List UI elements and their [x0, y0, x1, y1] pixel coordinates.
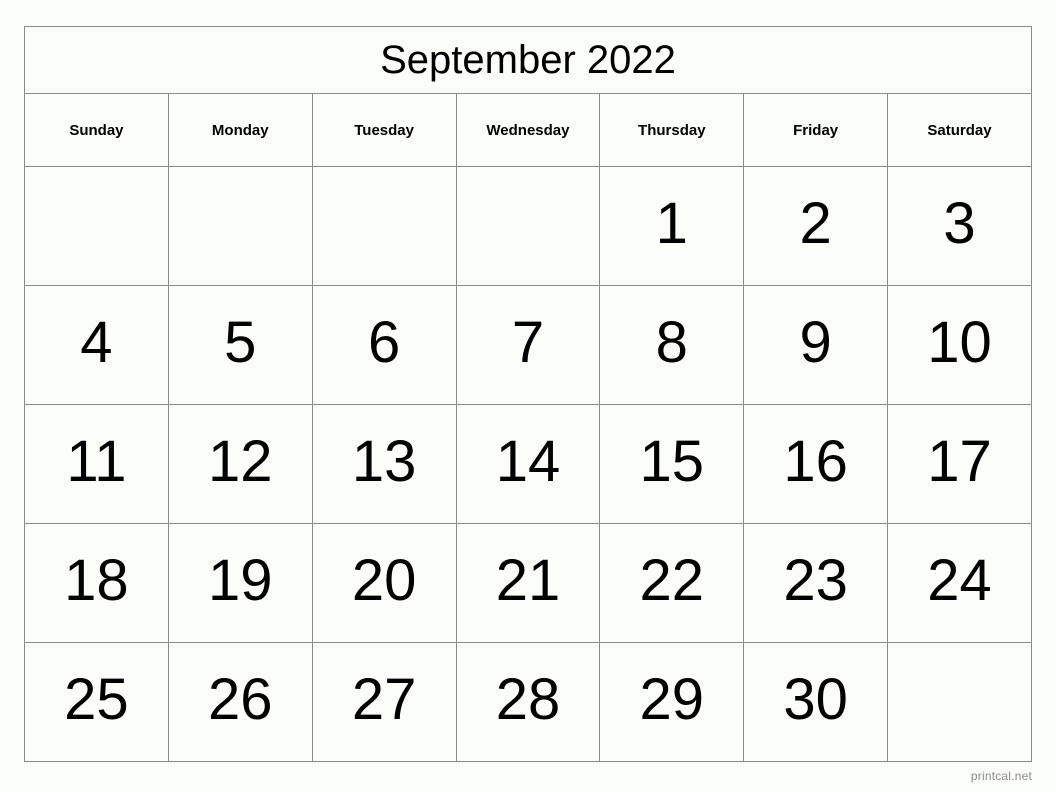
calendar-day-number: 16	[783, 429, 848, 494]
calendar-day-cell[interactable]	[167, 166, 313, 286]
weekday-header-saturday: Saturday	[887, 93, 1032, 167]
calendar-day-cell[interactable]: 30	[743, 642, 889, 762]
calendar-day-cell[interactable]: 25	[24, 642, 169, 762]
calendar-day-number: 12	[208, 429, 273, 494]
calendar-week-row: 11 12 13 14 15 16 17	[24, 404, 1032, 524]
weekday-header-tuesday: Tuesday	[311, 93, 457, 167]
calendar-day-number: 3	[943, 191, 976, 256]
calendar-week-row: 4 5 6 7 8 9 10	[24, 285, 1032, 405]
calendar-day-number: 23	[783, 548, 848, 613]
calendar-day-cell[interactable]: 17	[887, 404, 1032, 524]
calendar-day-number: 17	[927, 429, 992, 494]
calendar-day-cell[interactable]	[24, 166, 169, 286]
calendar-day-number: 20	[351, 548, 417, 613]
footer-credit: printcal.net	[970, 769, 1032, 783]
calendar-day-number: 19	[208, 548, 273, 613]
calendar-week-row: 18 19 20 21 22 23 24	[24, 523, 1032, 643]
calendar-day-cell[interactable]: 12	[167, 404, 313, 524]
calendar-day-cell[interactable]: 1	[599, 166, 745, 286]
calendar-title-row: September 2022	[24, 26, 1032, 94]
calendar-day-number: 25	[64, 667, 129, 732]
calendar-day-number: 30	[783, 667, 848, 732]
calendar-day-cell[interactable]: 7	[455, 285, 601, 405]
calendar-day-cell[interactable]: 15	[599, 404, 745, 524]
calendar-day-number: 2	[799, 191, 832, 256]
calendar-day-cell[interactable]: 23	[743, 523, 889, 643]
calendar-day-cell[interactable]: 16	[743, 404, 889, 524]
calendar-day-number: 7	[511, 310, 545, 375]
calendar-day-number: 4	[80, 310, 113, 375]
calendar-day-cell[interactable]: 29	[599, 642, 745, 762]
calendar-title: September 2022	[24, 26, 1032, 94]
calendar-grid: September 2022 Sunday Monday Tuesday Wed…	[24, 26, 1032, 762]
calendar-day-cell[interactable]: 27	[311, 642, 457, 762]
calendar-day-number: 5	[224, 310, 257, 375]
calendar-day-number: 8	[655, 310, 688, 375]
calendar-day-number: 28	[495, 667, 561, 732]
calendar-day-number: 27	[351, 667, 417, 732]
calendar-day-number: 21	[495, 548, 561, 613]
calendar-day-cell[interactable]: 10	[887, 285, 1032, 405]
calendar-day-number: 13	[351, 429, 417, 494]
weekday-header-thursday: Thursday	[599, 93, 745, 167]
calendar-day-cell[interactable]: 3	[887, 166, 1032, 286]
calendar-day-cell[interactable]: 4	[24, 285, 169, 405]
calendar-day-cell[interactable]: 9	[743, 285, 889, 405]
calendar-day-number: 9	[799, 310, 832, 375]
calendar-day-cell[interactable]: 21	[455, 523, 601, 643]
weekday-header-row: Sunday Monday Tuesday Wednesday Thursday…	[24, 93, 1032, 167]
calendar-day-number: 1	[655, 191, 688, 256]
calendar-day-cell[interactable]	[311, 166, 457, 286]
calendar-day-number: 18	[64, 548, 129, 613]
weekday-header-wednesday: Wednesday	[455, 93, 601, 167]
calendar-day-number: 22	[639, 548, 705, 613]
calendar-day-number: 26	[208, 667, 273, 732]
calendar-day-number: 6	[367, 310, 401, 375]
calendar-day-cell[interactable]: 2	[743, 166, 889, 286]
calendar-day-cell[interactable]: 5	[167, 285, 313, 405]
calendar-day-cell[interactable]: 22	[599, 523, 745, 643]
calendar-day-cell[interactable]: 26	[167, 642, 313, 762]
calendar-day-cell[interactable]: 18	[24, 523, 169, 643]
weekday-header-friday: Friday	[743, 93, 889, 167]
calendar-week-row: 25 26 27 28 29 30	[24, 642, 1032, 762]
calendar-day-cell[interactable]: 14	[455, 404, 601, 524]
calendar-day-cell[interactable]: 6	[311, 285, 457, 405]
calendar-day-cell[interactable]	[887, 642, 1032, 762]
calendar-day-number: 10	[927, 310, 992, 375]
calendar-day-cell[interactable]: 8	[599, 285, 745, 405]
calendar-day-number: 11	[66, 429, 127, 494]
calendar-day-number: 24	[927, 548, 992, 613]
calendar-page: September 2022 Sunday Monday Tuesday Wed…	[0, 0, 1056, 792]
calendar-week-row: 1 2 3	[24, 166, 1032, 286]
calendar-day-cell[interactable]: 28	[455, 642, 601, 762]
calendar-day-cell[interactable]: 24	[887, 523, 1032, 643]
calendar-day-cell[interactable]: 13	[311, 404, 457, 524]
calendar-day-cell[interactable]: 20	[311, 523, 457, 643]
calendar-day-cell[interactable]: 19	[167, 523, 313, 643]
calendar-day-number: 29	[639, 667, 705, 732]
weekday-header-sunday: Sunday	[24, 93, 169, 167]
calendar-day-number: 14	[495, 429, 561, 494]
calendar-day-number: 15	[639, 429, 705, 494]
weekday-header-monday: Monday	[167, 93, 313, 167]
calendar-day-cell[interactable]	[455, 166, 601, 286]
calendar-day-cell[interactable]: 11	[24, 404, 169, 524]
